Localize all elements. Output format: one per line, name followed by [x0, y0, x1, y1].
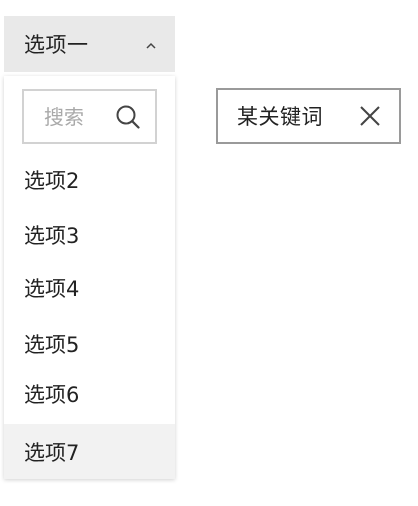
- tag-label: 某关键词: [237, 105, 323, 129]
- option-item-7[interactable]: 选项7: [4, 424, 175, 479]
- dropdown-trigger[interactable]: 选项一: [4, 16, 175, 72]
- option-item-3[interactable]: 选项3: [4, 211, 175, 259]
- search-box: [22, 89, 157, 144]
- option-item-5[interactable]: 选项5: [4, 320, 175, 368]
- option-item-6[interactable]: 选项6: [4, 370, 175, 418]
- dropdown-panel: 选项2 选项3 选项4 选项5 选项6 选项7: [4, 76, 175, 479]
- close-icon[interactable]: [358, 104, 382, 128]
- dropdown-selected-label: 选项一: [24, 33, 89, 57]
- keyword-tag: 某关键词: [216, 88, 401, 144]
- search-input[interactable]: [44, 104, 115, 129]
- chevron-up-icon: [146, 42, 156, 49]
- option-item-4[interactable]: 选项4: [4, 264, 175, 312]
- search-icon[interactable]: [115, 104, 141, 130]
- option-item-2[interactable]: 选项2: [4, 156, 175, 204]
